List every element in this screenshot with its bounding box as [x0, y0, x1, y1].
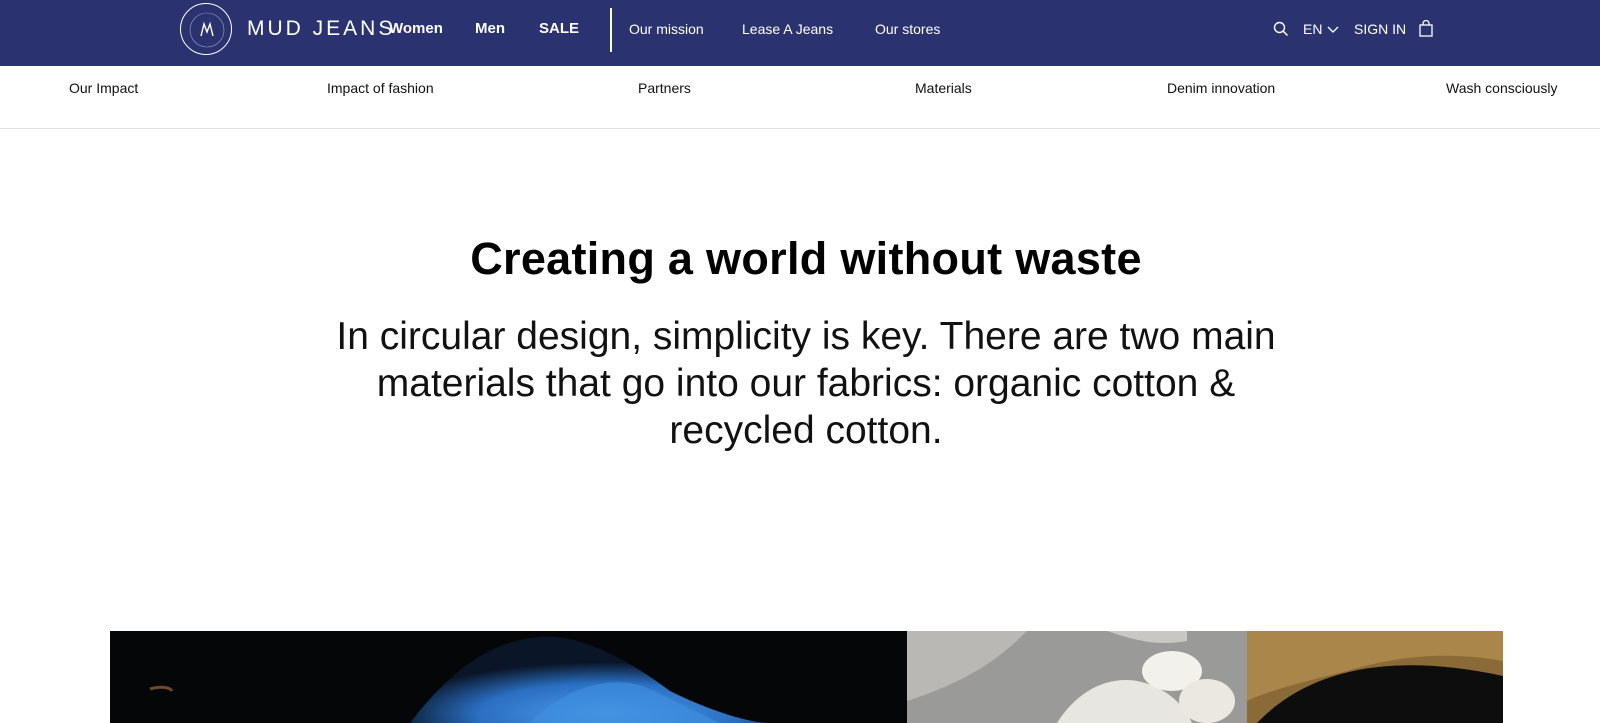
brand-wordmark[interactable]: MUD JEANS [247, 17, 395, 41]
subnav-item-wash-consciously[interactable]: Wash consciously [1446, 80, 1558, 96]
language-selector[interactable]: EN [1303, 21, 1322, 37]
materials-image-strip [110, 631, 1503, 723]
logo-emblem-icon [189, 12, 225, 48]
top-navigation-bar: MUD JEANS Women Men SALE Our mission Lea… [0, 0, 1600, 66]
nav-item-women[interactable]: Women [389, 20, 443, 37]
nav-item-our-stores[interactable]: Our stores [875, 21, 940, 37]
blue-dyed-cotton-image [110, 631, 907, 723]
logo[interactable] [180, 3, 232, 55]
white-cotton-image [907, 631, 1247, 723]
subnav-item-impact-of-fashion[interactable]: Impact of fashion [327, 80, 434, 96]
shopping-bag-icon[interactable] [1419, 20, 1433, 37]
dark-fabric-image [1247, 631, 1503, 723]
subnav-item-our-impact[interactable]: Our Impact [69, 80, 138, 96]
subnav-item-materials[interactable]: Materials [915, 80, 972, 96]
nav-divider [610, 8, 612, 52]
impact-subnavigation: Our Impact Impact of fashion Partners Ma… [0, 66, 1600, 129]
nav-item-our-mission[interactable]: Our mission [629, 21, 704, 37]
nav-item-sale[interactable]: SALE [539, 20, 579, 37]
chevron-down-icon[interactable] [1327, 25, 1339, 34]
subnav-item-partners[interactable]: Partners [638, 80, 691, 96]
page-title: Creating a world without waste [470, 233, 1142, 284]
intro-paragraph: In circular design, simplicity is key. T… [336, 315, 1276, 452]
subnav-item-denim-innovation[interactable]: Denim innovation [1167, 80, 1275, 96]
sign-in-link[interactable]: SIGN IN [1354, 21, 1406, 37]
nav-item-lease-a-jeans[interactable]: Lease A Jeans [742, 21, 833, 37]
search-icon[interactable] [1273, 21, 1289, 37]
nav-item-men[interactable]: Men [475, 20, 505, 37]
